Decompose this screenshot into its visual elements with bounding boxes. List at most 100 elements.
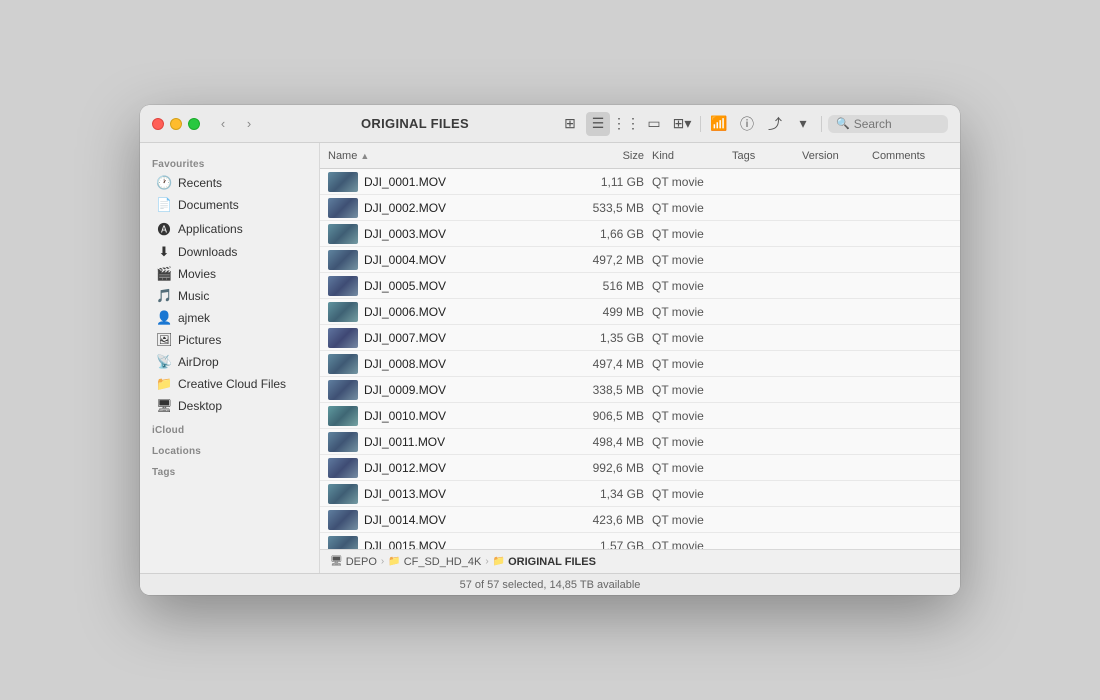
- file-thumbnail: [328, 354, 358, 374]
- sidebar-item-creative[interactable]: 📁 Creative Cloud Files: [144, 373, 315, 395]
- titlebar: ‹ › ORIGINAL FILES ⊞ ☰ ⋮⋮ ▭ ⊞▾ 📶 ⓘ ⤴ ▾ 🔍: [140, 105, 960, 143]
- breadcrumb-separator: ›: [381, 556, 384, 567]
- sidebar-item-label-ajmek: ajmek: [178, 311, 210, 325]
- breadcrumb-item[interactable]: 📁ORIGINAL FILES: [493, 556, 596, 568]
- close-button[interactable]: [152, 118, 164, 130]
- group-button[interactable]: ⊞▾: [670, 112, 694, 136]
- file-thumbnail: [328, 198, 358, 218]
- table-row[interactable]: DJI_0006.MOV 499 MB QT movie: [320, 299, 960, 325]
- file-thumbnail: [328, 432, 358, 452]
- sidebar-item-desktop[interactable]: 🖥 Desktop: [144, 395, 315, 417]
- file-size: 1,57 GB: [572, 539, 652, 550]
- sort-arrow: ▲: [360, 151, 369, 161]
- col-header-size[interactable]: Size: [572, 150, 652, 162]
- breadcrumb-item[interactable]: 📁CF_SD_HD_4K: [388, 556, 481, 568]
- favourites-label: Favourites: [140, 151, 319, 172]
- file-kind: QT movie: [652, 331, 732, 345]
- file-name: DJI_0010.MOV: [364, 409, 572, 423]
- gallery-view-button[interactable]: ▭: [642, 112, 666, 136]
- tags-label: Tags: [140, 459, 319, 480]
- column-headers: Name ▲ Size Kind Tags Version Comments: [320, 143, 960, 169]
- sidebar-item-applications[interactable]: 🅐 Applications: [144, 216, 315, 241]
- maximize-button[interactable]: [188, 118, 200, 130]
- file-thumbnail: [328, 484, 358, 504]
- table-row[interactable]: DJI_0012.MOV 992,6 MB QT movie: [320, 455, 960, 481]
- file-size: 497,4 MB: [572, 357, 652, 371]
- table-row[interactable]: DJI_0007.MOV 1,35 GB QT movie: [320, 325, 960, 351]
- sidebar-item-pictures[interactable]: 🖼 Pictures: [144, 329, 315, 351]
- table-row[interactable]: DJI_0003.MOV 1,66 GB QT movie: [320, 221, 960, 247]
- file-size: 1,11 GB: [572, 175, 652, 189]
- table-row[interactable]: DJI_0009.MOV 338,5 MB QT movie: [320, 377, 960, 403]
- sidebar-item-movies[interactable]: 🎬 Movies: [144, 263, 315, 285]
- back-button[interactable]: ‹: [212, 113, 234, 135]
- icon-view-button[interactable]: ⊞: [558, 112, 582, 136]
- file-kind: QT movie: [652, 409, 732, 423]
- forward-button[interactable]: ›: [238, 113, 260, 135]
- col-header-name[interactable]: Name ▲: [328, 150, 572, 162]
- file-thumbnail: [328, 406, 358, 426]
- file-size: 499 MB: [572, 305, 652, 319]
- table-row[interactable]: DJI_0001.MOV 1,11 GB QT movie: [320, 169, 960, 195]
- file-kind: QT movie: [652, 175, 732, 189]
- sidebar-item-label-desktop: Desktop: [178, 399, 222, 413]
- table-row[interactable]: DJI_0010.MOV 906,5 MB QT movie: [320, 403, 960, 429]
- table-row[interactable]: DJI_0005.MOV 516 MB QT movie: [320, 273, 960, 299]
- col-header-version[interactable]: Version: [802, 150, 872, 162]
- share-button[interactable]: ⤴: [763, 112, 787, 136]
- sidebar-item-music[interactable]: 🎵 Music: [144, 285, 315, 307]
- recents-icon: 🕐: [156, 175, 172, 191]
- breadcrumb-label: DEPO: [346, 556, 377, 568]
- breadcrumb-label: CF_SD_HD_4K: [404, 556, 482, 568]
- ajmek-icon: 👤: [156, 310, 172, 326]
- file-size: 423,6 MB: [572, 513, 652, 527]
- breadcrumb-item[interactable]: 🖥DEPO: [330, 556, 377, 568]
- search-icon: 🔍: [836, 117, 850, 130]
- file-list: DJI_0001.MOV 1,11 GB QT movie DJI_0002.M…: [320, 169, 960, 549]
- creative-icon: 📁: [156, 376, 172, 392]
- sidebar-item-ajmek[interactable]: 👤 ajmek: [144, 307, 315, 329]
- col-header-kind[interactable]: Kind: [652, 150, 732, 162]
- divider2: [821, 116, 822, 132]
- table-row[interactable]: DJI_0015.MOV 1,57 GB QT movie: [320, 533, 960, 549]
- file-size: 497,2 MB: [572, 253, 652, 267]
- table-row[interactable]: DJI_0002.MOV 533,5 MB QT movie: [320, 195, 960, 221]
- file-size: 1,66 GB: [572, 227, 652, 241]
- locations-label: Locations: [140, 438, 319, 459]
- file-name: DJI_0003.MOV: [364, 227, 572, 241]
- table-row[interactable]: DJI_0013.MOV 1,34 GB QT movie: [320, 481, 960, 507]
- info-button[interactable]: ⓘ: [735, 112, 759, 136]
- status-text: 57 of 57 selected, 14,85 TB available: [460, 579, 641, 591]
- file-kind: QT movie: [652, 357, 732, 371]
- file-thumbnail: [328, 380, 358, 400]
- file-name: DJI_0008.MOV: [364, 357, 572, 371]
- col-header-comments[interactable]: Comments: [872, 150, 952, 162]
- column-view-button[interactable]: ⋮⋮: [614, 112, 638, 136]
- file-thumbnail: [328, 250, 358, 270]
- sidebar-item-downloads[interactable]: ⬇ Downloads: [144, 241, 315, 263]
- list-view-button[interactable]: ☰: [586, 112, 610, 136]
- sidebar-item-airdrop[interactable]: 📡 AirDrop: [144, 351, 315, 373]
- file-name: DJI_0005.MOV: [364, 279, 572, 293]
- search-box[interactable]: 🔍: [828, 115, 948, 133]
- search-input[interactable]: [854, 117, 944, 131]
- more-button[interactable]: ▾: [791, 112, 815, 136]
- table-row[interactable]: DJI_0008.MOV 497,4 MB QT movie: [320, 351, 960, 377]
- file-size: 338,5 MB: [572, 383, 652, 397]
- file-kind: QT movie: [652, 201, 732, 215]
- breadcrumb-folder-icon: 🖥: [330, 556, 343, 567]
- breadcrumb-label: ORIGINAL FILES: [508, 556, 596, 568]
- minimize-button[interactable]: [170, 118, 182, 130]
- sidebar-item-recents[interactable]: 🕐 Recents: [144, 172, 315, 194]
- nav-buttons: ‹ ›: [212, 113, 260, 135]
- downloads-icon: ⬇: [156, 244, 172, 260]
- sidebar-item-documents[interactable]: 📄 Documents: [144, 194, 315, 216]
- table-row[interactable]: DJI_0011.MOV 498,4 MB QT movie: [320, 429, 960, 455]
- sidebar: Favourites 🕐 Recents 📄 Documents 🅐 Appli…: [140, 143, 320, 573]
- wifi-button[interactable]: 📶: [707, 112, 731, 136]
- col-header-tags[interactable]: Tags: [732, 150, 802, 162]
- sidebar-item-label-documents: Documents: [178, 198, 239, 212]
- file-name: DJI_0002.MOV: [364, 201, 572, 215]
- table-row[interactable]: DJI_0004.MOV 497,2 MB QT movie: [320, 247, 960, 273]
- table-row[interactable]: DJI_0014.MOV 423,6 MB QT movie: [320, 507, 960, 533]
